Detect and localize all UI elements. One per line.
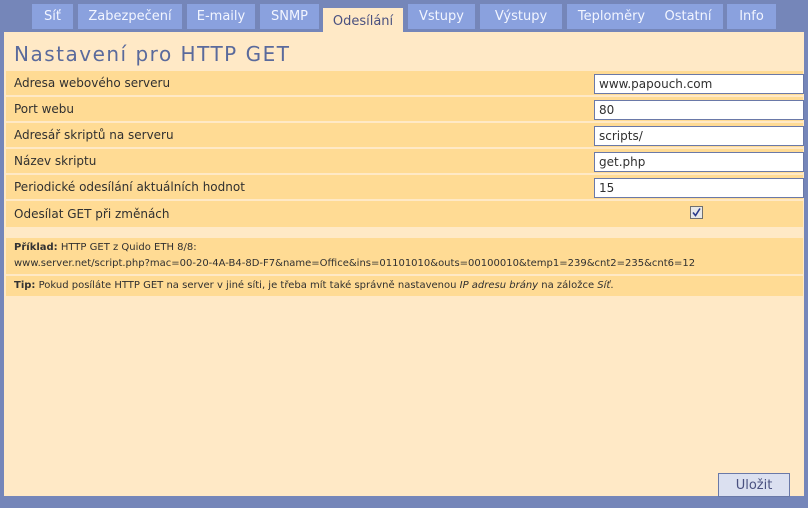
example-heading: HTTP GET z Quido ETH 8/8: [57, 242, 197, 253]
tab-snmp[interactable]: SNMP [260, 4, 319, 29]
field-row-send-on-change: Odesílat GET při změnách [6, 201, 803, 227]
port-input[interactable] [594, 100, 804, 120]
field-row-script-dir: Adresář skriptů na serveru [6, 123, 804, 147]
example-url: www.server.net/script.php?mac=00-20-4A-B… [14, 258, 696, 269]
field-label: Port webu [14, 102, 75, 116]
tip-gateway-text: IP adresu brány [459, 280, 539, 291]
page-title: Nastavení pro HTTP GET [14, 42, 291, 66]
tab-vystupy[interactable]: Výstupy [480, 4, 562, 29]
web-server-input[interactable] [594, 74, 804, 94]
tip-text: Pokud posíláte HTTP GET na server v jiné… [35, 280, 460, 291]
tab-ostatni[interactable]: Ostatní [653, 4, 723, 29]
tab-vstupy[interactable]: Vstupy [408, 4, 475, 29]
field-row-web-server: Adresa webového serveru [6, 71, 804, 95]
tab-e-maily[interactable]: E-maily [187, 4, 255, 29]
field-row-script-name: Název skriptu [6, 149, 804, 173]
script-name-input[interactable] [594, 152, 804, 172]
checkmark-icon [692, 208, 701, 217]
tab-teplomery[interactable]: Teploměry [567, 4, 656, 29]
tab-info[interactable]: Info [727, 4, 776, 29]
tip-prefix: Tip: [14, 280, 36, 291]
send-on-change-checkbox[interactable] [690, 206, 703, 219]
tip-note: Tip: Pokud posíláte HTTP GET na server v… [6, 276, 803, 296]
tip-tab-name: Síť [597, 280, 611, 291]
field-label: Adresář skriptů na serveru [14, 128, 174, 142]
save-button[interactable]: Uložit [718, 473, 790, 497]
example-prefix: Příklad: [14, 242, 58, 253]
field-label: Odesílat GET při změnách [14, 207, 170, 221]
tip-text: na záložce [538, 280, 598, 291]
field-label: Adresa webového serveru [14, 76, 171, 90]
field-label: Název skriptu [14, 154, 97, 168]
tab-zabezpeceni[interactable]: Zabezpečení [78, 4, 182, 29]
example-note: Příklad: HTTP GET z Quido ETH 8/8: www.s… [6, 238, 803, 274]
tab-sit[interactable]: Síť [32, 4, 73, 29]
tip-text: . [610, 280, 614, 291]
field-label: Periodické odesílání aktuálních hodnot [14, 180, 245, 194]
script-dir-input[interactable] [594, 126, 804, 146]
field-row-periodic: Periodické odesílání aktuálních hodnot [6, 175, 804, 199]
settings-panel: Nastavení pro HTTP GET Adresa webového s… [4, 32, 804, 497]
periodic-interval-input[interactable] [594, 178, 804, 198]
field-row-port: Port webu [6, 97, 804, 121]
